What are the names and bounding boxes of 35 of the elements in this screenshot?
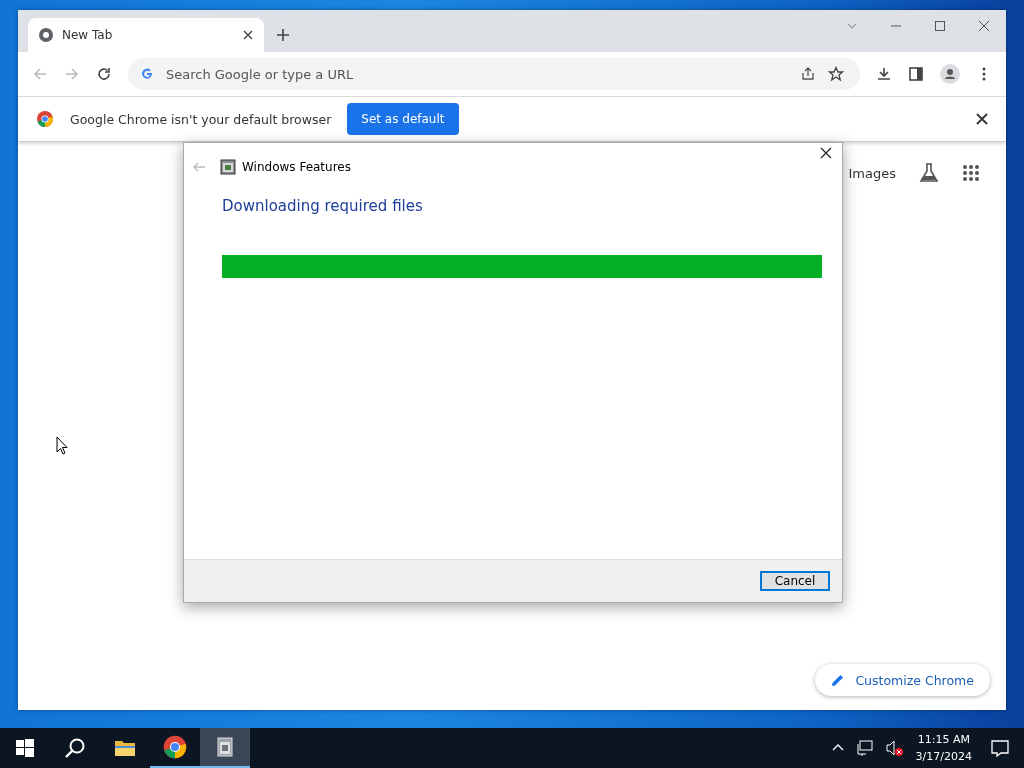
close-icon[interactable] bbox=[976, 113, 988, 125]
search-icon[interactable] bbox=[64, 737, 86, 759]
status-heading: Downloading required files bbox=[222, 197, 424, 215]
windows-start-icon[interactable] bbox=[16, 739, 34, 757]
features-icon bbox=[214, 736, 236, 758]
close-icon[interactable] bbox=[242, 29, 254, 41]
reload-icon[interactable] bbox=[96, 66, 112, 82]
features-icon bbox=[220, 159, 236, 175]
star-icon[interactable] bbox=[828, 66, 844, 82]
address-field[interactable]: Search Google or type a URL bbox=[128, 58, 860, 90]
side-panel-icon[interactable] bbox=[908, 66, 924, 82]
customize-chrome-button[interactable]: Customize Chrome bbox=[815, 664, 990, 696]
taskbar-app[interactable] bbox=[200, 728, 250, 768]
clock-time[interactable]: 11:15 AM bbox=[917, 731, 970, 748]
pencil-icon bbox=[831, 673, 846, 687]
maximize-icon[interactable] bbox=[934, 20, 946, 32]
speaker-muted-icon[interactable] bbox=[885, 739, 904, 757]
google-icon bbox=[140, 67, 154, 81]
apps-grid-icon[interactable] bbox=[962, 164, 980, 182]
clock-date[interactable]: 3/17/2024 bbox=[915, 748, 972, 765]
new-tab-icon[interactable] bbox=[276, 28, 290, 42]
share-icon[interactable] bbox=[800, 66, 816, 82]
cancel-button[interactable]: Cancel bbox=[760, 571, 830, 591]
dialog-title: Windows Features bbox=[242, 160, 351, 174]
cursor-icon bbox=[56, 436, 68, 455]
close-icon[interactable] bbox=[820, 147, 832, 159]
notification-icon[interactable] bbox=[990, 738, 1010, 758]
profile-icon[interactable] bbox=[940, 64, 960, 84]
network-icon[interactable] bbox=[855, 739, 874, 757]
browser-tab[interactable]: New Tab bbox=[28, 18, 264, 52]
flask-icon[interactable] bbox=[918, 162, 940, 184]
download-icon[interactable] bbox=[876, 66, 892, 82]
images-link[interactable]: Images bbox=[848, 165, 896, 181]
set-default-button[interactable]: Set as default bbox=[347, 103, 459, 135]
infobar-message: Google Chrome isn't your default browser bbox=[70, 111, 332, 127]
